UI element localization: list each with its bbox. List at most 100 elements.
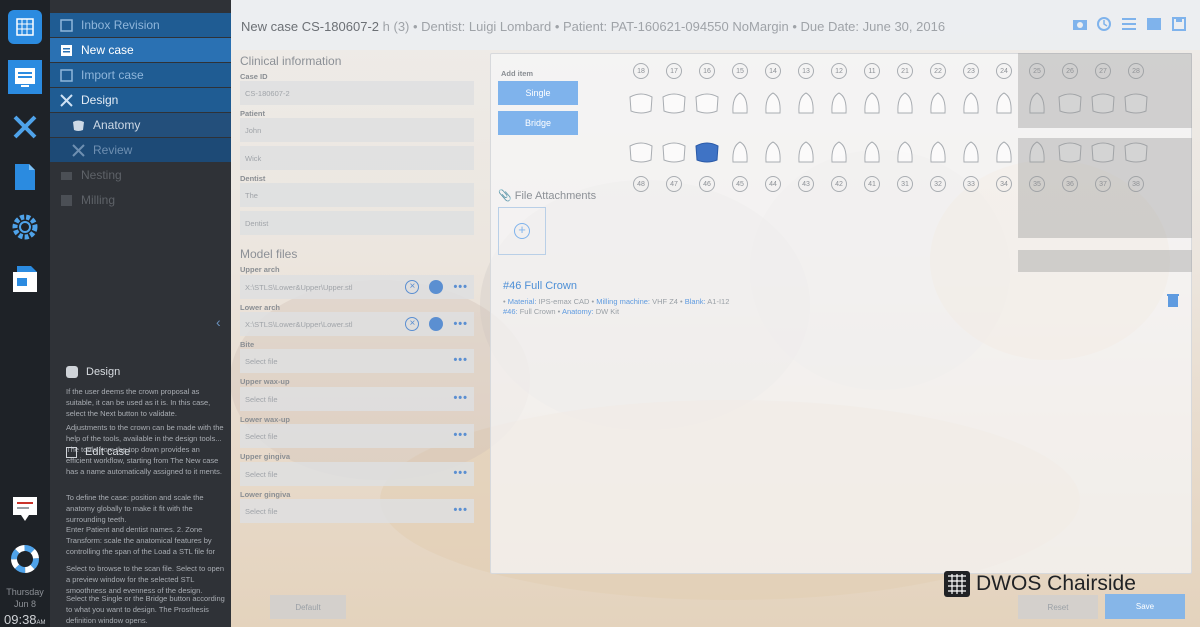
upper-gingiva-field[interactable]: Select file •••	[240, 462, 474, 486]
dentist-first-name-field[interactable]: The	[240, 183, 474, 207]
list-icon[interactable]	[1121, 16, 1137, 32]
messages-icon[interactable]	[8, 492, 42, 526]
tooth-23[interactable]	[961, 91, 981, 115]
preview-eye-icon[interactable]	[429, 280, 444, 294]
browse-more-icon[interactable]: •••	[453, 429, 468, 441]
tooth-45[interactable]	[730, 140, 750, 164]
tooth-number-42[interactable]: 42	[831, 176, 847, 192]
tooth-46[interactable]	[694, 140, 720, 164]
nav-item-inbox-revision[interactable]: Inbox Revision	[50, 13, 231, 37]
tooth-13[interactable]	[796, 91, 816, 115]
tooth-number-32[interactable]: 32	[930, 176, 946, 192]
upper-wax-up-field[interactable]: Select file •••	[240, 387, 474, 411]
save-icon[interactable]	[1171, 16, 1187, 32]
tooth-number-34[interactable]: 34	[996, 176, 1012, 192]
bridge-button[interactable]: Bridge	[498, 111, 578, 135]
tooth-41[interactable]	[862, 140, 882, 164]
tooth-43[interactable]	[796, 140, 816, 164]
tooth-number-15[interactable]: 15	[732, 63, 748, 79]
flag-icon[interactable]	[1146, 16, 1162, 32]
settings-icon[interactable]	[8, 210, 42, 244]
clear-file-icon[interactable]: ×	[405, 280, 420, 294]
tooth-number-12[interactable]: 12	[831, 63, 847, 79]
default-button[interactable]: Default	[270, 595, 346, 619]
patient-last-name-field[interactable]: Wick	[240, 146, 474, 170]
tooth-12[interactable]	[829, 91, 849, 115]
tooth-number-14[interactable]: 14	[765, 63, 781, 79]
document-icon[interactable]	[8, 160, 42, 194]
tooth-number-24[interactable]: 24	[996, 63, 1012, 79]
cases-icon[interactable]	[8, 60, 42, 94]
tools-icon[interactable]	[8, 110, 42, 144]
tooth-47[interactable]	[661, 140, 687, 164]
lower-wax-up-field[interactable]: Select file •••	[240, 424, 474, 448]
tooth-number-13[interactable]: 13	[798, 63, 814, 79]
upper-arch-field[interactable]: X:\STLS\Lower&Upper\Upper.stl × •••	[240, 275, 474, 299]
nav-item-import-case[interactable]: Import case	[50, 63, 231, 87]
tooth-44[interactable]	[763, 140, 783, 164]
preview-eye-icon[interactable]	[429, 317, 444, 331]
patient-first-name-field[interactable]: John	[240, 118, 474, 142]
tooth-22[interactable]	[928, 91, 948, 115]
tooth-14[interactable]	[763, 91, 783, 115]
tooth-34[interactable]	[994, 140, 1014, 164]
tooth-18[interactable]	[628, 91, 654, 115]
tooth-number-47[interactable]: 47	[666, 176, 682, 192]
collapse-chevron-icon[interactable]: ‹	[216, 314, 221, 330]
tooth-number-18[interactable]: 18	[633, 63, 649, 79]
tooth-number-23[interactable]: 23	[963, 63, 979, 79]
tooth-15[interactable]	[730, 91, 750, 115]
camera-icon[interactable]	[1072, 16, 1088, 32]
tooth-42[interactable]	[829, 140, 849, 164]
tooth-number-31[interactable]: 31	[897, 176, 913, 192]
nav-item-new-case[interactable]: New case	[50, 38, 231, 62]
bite-field[interactable]: Select file •••	[240, 349, 474, 373]
nav-item-milling[interactable]: Milling	[50, 188, 231, 212]
tooth-number-17[interactable]: 17	[666, 63, 682, 79]
tooth-21[interactable]	[895, 91, 915, 115]
tooth-11[interactable]	[862, 91, 882, 115]
tooth-32[interactable]	[928, 140, 948, 164]
tooth-number-11[interactable]: 11	[864, 63, 880, 79]
tooth-16[interactable]	[694, 91, 720, 115]
crown-item-title[interactable]: #46 Full Crown	[503, 280, 577, 292]
history-icon[interactable]	[1096, 16, 1112, 32]
tooth-24[interactable]	[994, 91, 1014, 115]
tooth-number-41[interactable]: 41	[864, 176, 880, 192]
lower-arch-field[interactable]: X:\STLS\Lower&Upper\Lower.stl × •••	[240, 312, 474, 336]
nav-item-nesting[interactable]: Nesting	[50, 163, 231, 187]
tooth-number-16[interactable]: 16	[699, 63, 715, 79]
tooth-number-21[interactable]: 21	[897, 63, 913, 79]
tooth-number-44[interactable]: 44	[765, 176, 781, 192]
lower-gingiva-field[interactable]: Select file •••	[240, 499, 474, 523]
nav-item-anatomy[interactable]: Anatomy	[50, 113, 231, 137]
tooth-number-45[interactable]: 45	[732, 176, 748, 192]
tooth-48[interactable]	[628, 140, 654, 164]
dentist-last-name-field[interactable]: Dentist	[240, 211, 474, 235]
case-id-field[interactable]: CS-180607-2	[240, 81, 474, 105]
browse-more-icon[interactable]: •••	[453, 354, 468, 366]
tooth-number-48[interactable]: 48	[633, 176, 649, 192]
delete-trash-icon[interactable]	[1167, 293, 1179, 310]
nav-item-design[interactable]: Design	[50, 88, 231, 112]
tooth-31[interactable]	[895, 140, 915, 164]
tooth-number-46[interactable]: 46	[699, 176, 715, 192]
browse-more-icon[interactable]: •••	[453, 281, 468, 293]
browse-more-icon[interactable]: •••	[453, 467, 468, 479]
reset-button[interactable]: Reset	[1018, 595, 1098, 619]
tooth-33[interactable]	[961, 140, 981, 164]
tooth-17[interactable]	[661, 91, 687, 115]
tooth-number-43[interactable]: 43	[798, 176, 814, 192]
browse-more-icon[interactable]: •••	[453, 318, 468, 330]
share-icon[interactable]	[8, 262, 42, 296]
nav-item-review[interactable]: Review	[50, 138, 231, 162]
add-attachment-button[interactable]: +	[498, 207, 546, 255]
tooth-number-22[interactable]: 22	[930, 63, 946, 79]
app-logo-icon[interactable]	[8, 10, 42, 44]
browse-more-icon[interactable]: •••	[453, 504, 468, 516]
help-lifebuoy-icon[interactable]	[8, 542, 42, 576]
clear-file-icon[interactable]: ×	[405, 317, 420, 331]
browse-more-icon[interactable]: •••	[453, 392, 468, 404]
tooth-number-33[interactable]: 33	[963, 176, 979, 192]
single-button[interactable]: Single	[498, 81, 578, 105]
